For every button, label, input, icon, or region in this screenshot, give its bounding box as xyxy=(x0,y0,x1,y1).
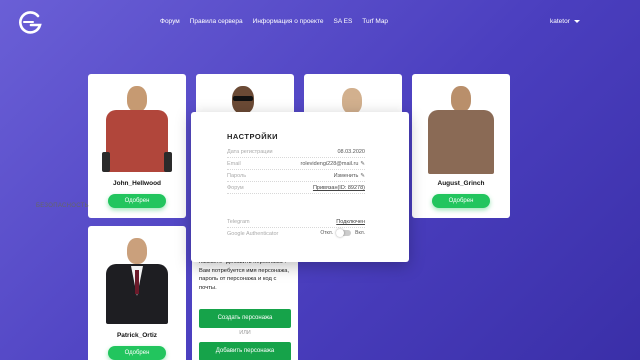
nav-project-info[interactable]: Информация о проекте xyxy=(253,18,324,25)
main-nav: Форум Правила сервера Информация о проек… xyxy=(160,18,388,25)
settings-title: НАСТРОЙКИ xyxy=(227,132,279,141)
google-auth-toggle-group: Откл. Вкл. xyxy=(320,229,365,237)
character-name: Patrick_Ortiz xyxy=(116,332,158,339)
username: katetor xyxy=(550,18,570,25)
change-password-text: Изменить xyxy=(333,173,359,179)
character-portrait xyxy=(102,236,172,324)
security-title: БЕЗОПАСНОСТЬ xyxy=(36,203,89,209)
top-bar: Форум Правила сервера Информация о проек… xyxy=(0,0,640,44)
email-value[interactable]: rolevidengi228@mail.ru ✎ xyxy=(301,161,365,167)
registration-date-label: Дата регистрации xyxy=(227,149,273,155)
pencil-icon[interactable]: ✎ xyxy=(360,173,365,179)
user-menu[interactable]: katetor xyxy=(550,18,580,25)
character-portrait xyxy=(102,82,172,177)
character-card: John_Hellwood Одобрен xyxy=(88,74,186,218)
character-portrait xyxy=(426,82,496,177)
character-name: August_Grinch xyxy=(437,180,485,187)
forum-label: Форум xyxy=(227,185,244,191)
forum-link[interactable]: Привязан(ID: 89278) xyxy=(313,185,365,191)
email-label: Email xyxy=(227,161,241,167)
nav-sa-es[interactable]: SA ES xyxy=(333,18,352,25)
registration-date-value: 08.03.2020 xyxy=(337,149,365,155)
toggle-on-label: Вкл. xyxy=(355,230,365,236)
create-character-button[interactable]: Создать персонажа xyxy=(199,309,291,328)
telegram-row: Telegram Подключен xyxy=(227,219,365,228)
character-card: Patrick_Ortiz Одобрен xyxy=(88,226,186,360)
status-badge[interactable]: Одобрен xyxy=(108,194,166,208)
email-row: Email rolevidengi228@mail.ru ✎ xyxy=(227,161,365,170)
registration-date-row: Дата регистрации 08.03.2020 xyxy=(227,149,365,158)
google-auth-toggle[interactable] xyxy=(336,229,352,237)
google-auth-row: Google Authenticator Откл. Вкл. xyxy=(227,229,365,240)
chevron-down-icon xyxy=(573,19,580,23)
toggle-knob xyxy=(336,229,345,237)
add-character-instructions: нажмите "Добавить персонажа". Вам потреб… xyxy=(199,259,290,291)
toggle-off-label: Откл. xyxy=(320,230,334,236)
change-password-link[interactable]: Изменить ✎ xyxy=(334,173,365,179)
logo-icon[interactable] xyxy=(18,10,44,36)
character-card: August_Grinch Одобрен xyxy=(412,74,510,218)
add-character-button[interactable]: Добавить персонажа xyxy=(199,342,291,360)
or-separator: ИЛИ xyxy=(239,330,251,336)
nav-server-rules[interactable]: Правила сервера xyxy=(190,18,243,25)
telegram-label: Telegram xyxy=(227,219,250,225)
nav-forum[interactable]: Форум xyxy=(160,18,180,25)
character-name: John_Hellwood xyxy=(112,180,162,187)
pencil-icon[interactable]: ✎ xyxy=(360,161,365,167)
status-badge[interactable]: Одобрен xyxy=(108,346,166,360)
telegram-link[interactable]: Подключен xyxy=(336,219,365,225)
password-row: Пароль Изменить ✎ xyxy=(227,173,365,182)
forum-row: Форум Привязан(ID: 89278) xyxy=(227,185,365,194)
status-badge[interactable]: Одобрен xyxy=(432,194,490,208)
password-label: Пароль xyxy=(227,173,247,179)
email-text: rolevidengi228@mail.ru xyxy=(300,161,359,167)
nav-turf-map[interactable]: Turf Map xyxy=(362,18,388,25)
google-auth-label: Google Authenticator xyxy=(227,231,279,237)
